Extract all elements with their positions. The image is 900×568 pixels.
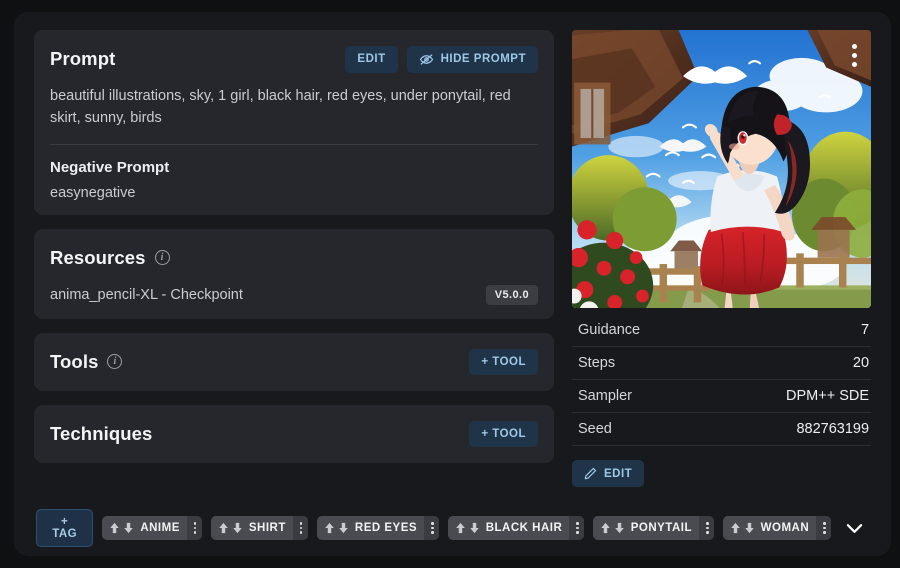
arrow-down-icon [469,522,479,534]
tag-bar: + TAG ANIME SHIRT RED EYES BLACK HAIR PO… [34,509,871,553]
metadata-edit-wrap: EDIT [572,460,871,487]
content-columns: Prompt EDIT HIDE PROMPT beautiful illust… [34,30,872,487]
metadata-key: Steps [578,355,616,371]
vertical-dots-icon [852,44,858,49]
metadata-value: 7 [860,322,870,338]
tag-label: WOMAN [760,522,810,534]
tag-chip[interactable]: BLACK HAIR [447,516,584,540]
edit-metadata-button[interactable]: EDIT [572,460,645,487]
techniques-panel: Techniques + TOOL [34,404,554,463]
arrow-up-icon [219,522,228,534]
tools-panel-header: Tools i + TOOL [50,347,538,377]
arrow-down-icon [614,522,624,534]
app-root: Prompt EDIT HIDE PROMPT beautiful illust… [0,0,900,568]
tag-chip[interactable]: WOMAN [722,516,832,540]
vote-arrows[interactable] [102,522,140,534]
metadata-row: Steps 20 [572,347,872,380]
tag-label: BLACK HAIR [485,522,563,534]
prompt-actions: EDIT HIDE PROMPT [345,45,538,73]
tag-menu-button[interactable] [292,516,308,540]
tag-label: PONYTAIL [630,522,693,534]
generated-image[interactable] [572,30,872,308]
prompt-title: Prompt [50,48,116,69]
negative-prompt-title: Negative Prompt [50,158,170,176]
vertical-dots-icon [852,62,858,67]
arrow-up-icon [730,522,740,534]
tools-title: Tools i [50,350,123,373]
arrow-up-icon [110,522,120,534]
metadata-key: Seed [578,421,612,437]
resource-row[interactable]: anima_pencil-XL - Checkpoint V5.0.0 [50,284,538,305]
tag-label: SHIRT [248,522,286,534]
arrow-up-icon [325,522,334,534]
metadata-row: Sampler DPM++ SDE [572,380,872,413]
tag-menu-button[interactable] [186,516,202,540]
edit-prompt-label: EDIT [357,53,386,65]
tag-chip[interactable]: ANIME [102,516,202,540]
add-tag-button[interactable]: + TAG [36,509,94,547]
resource-name: anima_pencil-XL - Checkpoint [50,286,243,303]
arrow-down-icon [744,522,754,534]
metadata-value: 20 [852,355,870,371]
add-technique-button[interactable]: + TOOL [469,420,538,447]
vote-arrows[interactable] [448,522,486,534]
resources-panel: Resources i anima_pencil-XL - Checkpoint… [34,228,554,319]
metadata-table: Guidance 7 Steps 20 Sampler DPM++ SDE Se… [572,314,872,446]
prompt-panel-header: Prompt EDIT HIDE PROMPT [50,44,538,74]
arrow-down-icon [233,522,242,534]
metadata-row: Seed 882763199 [572,413,872,446]
add-tool-button[interactable]: + TOOL [469,348,538,375]
metadata-key: Guidance [578,322,641,338]
tools-title-label: Tools [50,350,99,372]
arrow-up-icon [455,522,465,534]
prompt-divider [50,143,538,145]
tag-chip[interactable]: PONYTAIL [592,516,714,540]
vote-arrows[interactable] [211,522,249,534]
arrow-up-icon [600,522,610,534]
tag-menu-button[interactable] [699,516,714,540]
tools-panel: Tools i + TOOL [34,332,554,391]
tag-label: ANIME [140,522,180,534]
prompt-text: beautiful illustrations, sky, 1 girl, bl… [50,88,511,126]
tag-menu-button[interactable] [816,516,832,540]
info-icon[interactable]: i [154,250,170,265]
resources-title: Resources i [50,247,170,269]
arrow-down-icon [339,522,348,534]
chevron-down-icon [846,523,863,533]
negative-prompt-text: easynegative [50,184,136,201]
edit-prompt-button[interactable]: EDIT [345,45,398,73]
left-column: Prompt EDIT HIDE PROMPT beautiful illust… [34,30,554,487]
resource-version-badge: V5.0.0 [485,284,538,305]
vote-arrows[interactable] [723,522,761,534]
arrow-down-icon [124,522,134,534]
expand-tags-button[interactable] [840,521,869,536]
tag-chip[interactable]: RED EYES [316,516,439,540]
metadata-key: Sampler [578,388,632,404]
vertical-dots-icon [852,53,858,58]
techniques-panel-header: Techniques + TOOL [50,419,538,449]
resources-panel-header: Resources i [50,243,538,273]
metadata-value: 882763199 [796,421,870,437]
techniques-title: Techniques [50,422,153,444]
info-icon[interactable]: i [107,354,123,369]
prompt-panel: Prompt EDIT HIDE PROMPT beautiful illust… [34,30,554,215]
eye-slash-icon [419,53,434,66]
tag-menu-button[interactable] [424,516,439,540]
generated-image-art [572,30,872,308]
image-menu-button[interactable] [852,44,858,67]
vote-arrows[interactable] [317,522,355,534]
hide-prompt-label: HIDE PROMPT [440,53,526,65]
right-column: Guidance 7 Steps 20 Sampler DPM++ SDE Se… [572,30,872,487]
detail-card: Prompt EDIT HIDE PROMPT beautiful illust… [14,12,892,556]
vote-arrows[interactable] [593,522,631,534]
tag-chip[interactable]: SHIRT [210,516,308,540]
tag-menu-button[interactable] [569,516,584,540]
metadata-value: DPM++ SDE [786,388,870,404]
metadata-row: Guidance 7 [572,314,872,347]
edit-metadata-label: EDIT [604,467,633,480]
tag-label: RED EYES [354,522,418,534]
hide-prompt-button[interactable]: HIDE PROMPT [406,45,538,73]
pencil-icon [584,467,597,480]
resources-title-label: Resources [50,246,146,268]
